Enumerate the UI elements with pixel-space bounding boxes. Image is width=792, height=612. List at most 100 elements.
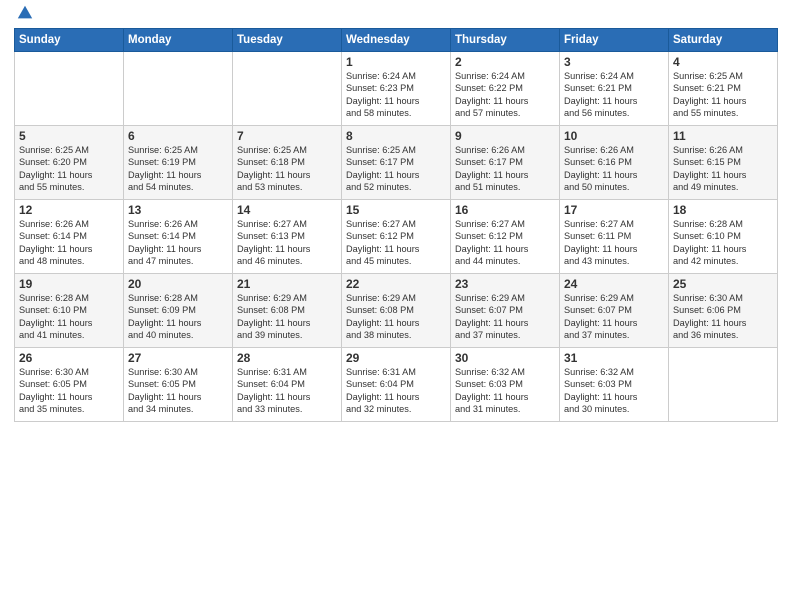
day-info: Sunrise: 6:25 AM Sunset: 6:21 PM Dayligh… [673,70,773,120]
day-number: 5 [19,129,119,143]
day-info: Sunrise: 6:31 AM Sunset: 6:04 PM Dayligh… [346,366,446,416]
day-cell: 29Sunrise: 6:31 AM Sunset: 6:04 PM Dayli… [342,348,451,422]
day-info: Sunrise: 6:26 AM Sunset: 6:15 PM Dayligh… [673,144,773,194]
day-number: 11 [673,129,773,143]
day-info: Sunrise: 6:32 AM Sunset: 6:03 PM Dayligh… [455,366,555,416]
day-cell: 21Sunrise: 6:29 AM Sunset: 6:08 PM Dayli… [233,274,342,348]
day-info: Sunrise: 6:32 AM Sunset: 6:03 PM Dayligh… [564,366,664,416]
day-info: Sunrise: 6:27 AM Sunset: 6:13 PM Dayligh… [237,218,337,268]
day-cell: 1Sunrise: 6:24 AM Sunset: 6:23 PM Daylig… [342,52,451,126]
day-number: 23 [455,277,555,291]
day-number: 21 [237,277,337,291]
day-cell: 3Sunrise: 6:24 AM Sunset: 6:21 PM Daylig… [560,52,669,126]
day-number: 22 [346,277,446,291]
day-number: 26 [19,351,119,365]
day-cell: 2Sunrise: 6:24 AM Sunset: 6:22 PM Daylig… [451,52,560,126]
day-cell: 6Sunrise: 6:25 AM Sunset: 6:19 PM Daylig… [124,126,233,200]
day-cell: 11Sunrise: 6:26 AM Sunset: 6:15 PM Dayli… [669,126,778,200]
day-cell: 27Sunrise: 6:30 AM Sunset: 6:05 PM Dayli… [124,348,233,422]
day-number: 3 [564,55,664,69]
day-cell: 16Sunrise: 6:27 AM Sunset: 6:12 PM Dayli… [451,200,560,274]
day-number: 9 [455,129,555,143]
week-row-3: 12Sunrise: 6:26 AM Sunset: 6:14 PM Dayli… [15,200,778,274]
day-number: 20 [128,277,228,291]
calendar-body: 1Sunrise: 6:24 AM Sunset: 6:23 PM Daylig… [15,52,778,422]
day-info: Sunrise: 6:25 AM Sunset: 6:17 PM Dayligh… [346,144,446,194]
day-cell: 23Sunrise: 6:29 AM Sunset: 6:07 PM Dayli… [451,274,560,348]
day-number: 31 [564,351,664,365]
day-info: Sunrise: 6:30 AM Sunset: 6:05 PM Dayligh… [128,366,228,416]
day-number: 10 [564,129,664,143]
day-cell: 14Sunrise: 6:27 AM Sunset: 6:13 PM Dayli… [233,200,342,274]
day-cell: 20Sunrise: 6:28 AM Sunset: 6:09 PM Dayli… [124,274,233,348]
day-number: 27 [128,351,228,365]
header [14,10,778,22]
day-number: 28 [237,351,337,365]
day-info: Sunrise: 6:30 AM Sunset: 6:05 PM Dayligh… [19,366,119,416]
day-number: 7 [237,129,337,143]
day-number: 14 [237,203,337,217]
day-info: Sunrise: 6:26 AM Sunset: 6:17 PM Dayligh… [455,144,555,194]
day-cell: 30Sunrise: 6:32 AM Sunset: 6:03 PM Dayli… [451,348,560,422]
day-number: 30 [455,351,555,365]
day-number: 12 [19,203,119,217]
day-info: Sunrise: 6:24 AM Sunset: 6:22 PM Dayligh… [455,70,555,120]
day-cell: 18Sunrise: 6:28 AM Sunset: 6:10 PM Dayli… [669,200,778,274]
day-number: 29 [346,351,446,365]
day-info: Sunrise: 6:30 AM Sunset: 6:06 PM Dayligh… [673,292,773,342]
day-cell: 13Sunrise: 6:26 AM Sunset: 6:14 PM Dayli… [124,200,233,274]
day-cell: 22Sunrise: 6:29 AM Sunset: 6:08 PM Dayli… [342,274,451,348]
day-info: Sunrise: 6:26 AM Sunset: 6:16 PM Dayligh… [564,144,664,194]
day-number: 8 [346,129,446,143]
day-number: 17 [564,203,664,217]
col-header-thursday: Thursday [451,29,560,52]
day-info: Sunrise: 6:25 AM Sunset: 6:18 PM Dayligh… [237,144,337,194]
day-info: Sunrise: 6:25 AM Sunset: 6:20 PM Dayligh… [19,144,119,194]
day-info: Sunrise: 6:29 AM Sunset: 6:08 PM Dayligh… [346,292,446,342]
col-header-friday: Friday [560,29,669,52]
week-row-5: 26Sunrise: 6:30 AM Sunset: 6:05 PM Dayli… [15,348,778,422]
day-number: 15 [346,203,446,217]
day-number: 16 [455,203,555,217]
day-cell: 12Sunrise: 6:26 AM Sunset: 6:14 PM Dayli… [15,200,124,274]
day-number: 6 [128,129,228,143]
week-row-1: 1Sunrise: 6:24 AM Sunset: 6:23 PM Daylig… [15,52,778,126]
day-number: 4 [673,55,773,69]
day-cell: 24Sunrise: 6:29 AM Sunset: 6:07 PM Dayli… [560,274,669,348]
day-number: 1 [346,55,446,69]
day-cell: 5Sunrise: 6:25 AM Sunset: 6:20 PM Daylig… [15,126,124,200]
col-header-saturday: Saturday [669,29,778,52]
day-cell: 9Sunrise: 6:26 AM Sunset: 6:17 PM Daylig… [451,126,560,200]
day-info: Sunrise: 6:28 AM Sunset: 6:10 PM Dayligh… [19,292,119,342]
day-cell: 4Sunrise: 6:25 AM Sunset: 6:21 PM Daylig… [669,52,778,126]
day-cell [669,348,778,422]
day-cell: 26Sunrise: 6:30 AM Sunset: 6:05 PM Dayli… [15,348,124,422]
day-cell [233,52,342,126]
day-info: Sunrise: 6:25 AM Sunset: 6:19 PM Dayligh… [128,144,228,194]
day-info: Sunrise: 6:24 AM Sunset: 6:23 PM Dayligh… [346,70,446,120]
day-number: 24 [564,277,664,291]
day-info: Sunrise: 6:27 AM Sunset: 6:12 PM Dayligh… [346,218,446,268]
day-info: Sunrise: 6:24 AM Sunset: 6:21 PM Dayligh… [564,70,664,120]
day-info: Sunrise: 6:28 AM Sunset: 6:09 PM Dayligh… [128,292,228,342]
day-cell [124,52,233,126]
col-header-tuesday: Tuesday [233,29,342,52]
day-info: Sunrise: 6:31 AM Sunset: 6:04 PM Dayligh… [237,366,337,416]
day-number: 2 [455,55,555,69]
day-number: 13 [128,203,228,217]
day-info: Sunrise: 6:28 AM Sunset: 6:10 PM Dayligh… [673,218,773,268]
day-info: Sunrise: 6:26 AM Sunset: 6:14 PM Dayligh… [19,218,119,268]
day-info: Sunrise: 6:29 AM Sunset: 6:07 PM Dayligh… [564,292,664,342]
day-cell: 15Sunrise: 6:27 AM Sunset: 6:12 PM Dayli… [342,200,451,274]
week-row-4: 19Sunrise: 6:28 AM Sunset: 6:10 PM Dayli… [15,274,778,348]
col-header-monday: Monday [124,29,233,52]
day-cell: 31Sunrise: 6:32 AM Sunset: 6:03 PM Dayli… [560,348,669,422]
day-info: Sunrise: 6:27 AM Sunset: 6:12 PM Dayligh… [455,218,555,268]
week-row-2: 5Sunrise: 6:25 AM Sunset: 6:20 PM Daylig… [15,126,778,200]
col-header-sunday: Sunday [15,29,124,52]
day-cell: 28Sunrise: 6:31 AM Sunset: 6:04 PM Dayli… [233,348,342,422]
day-cell: 17Sunrise: 6:27 AM Sunset: 6:11 PM Dayli… [560,200,669,274]
day-cell: 7Sunrise: 6:25 AM Sunset: 6:18 PM Daylig… [233,126,342,200]
logo [14,14,34,22]
day-info: Sunrise: 6:26 AM Sunset: 6:14 PM Dayligh… [128,218,228,268]
